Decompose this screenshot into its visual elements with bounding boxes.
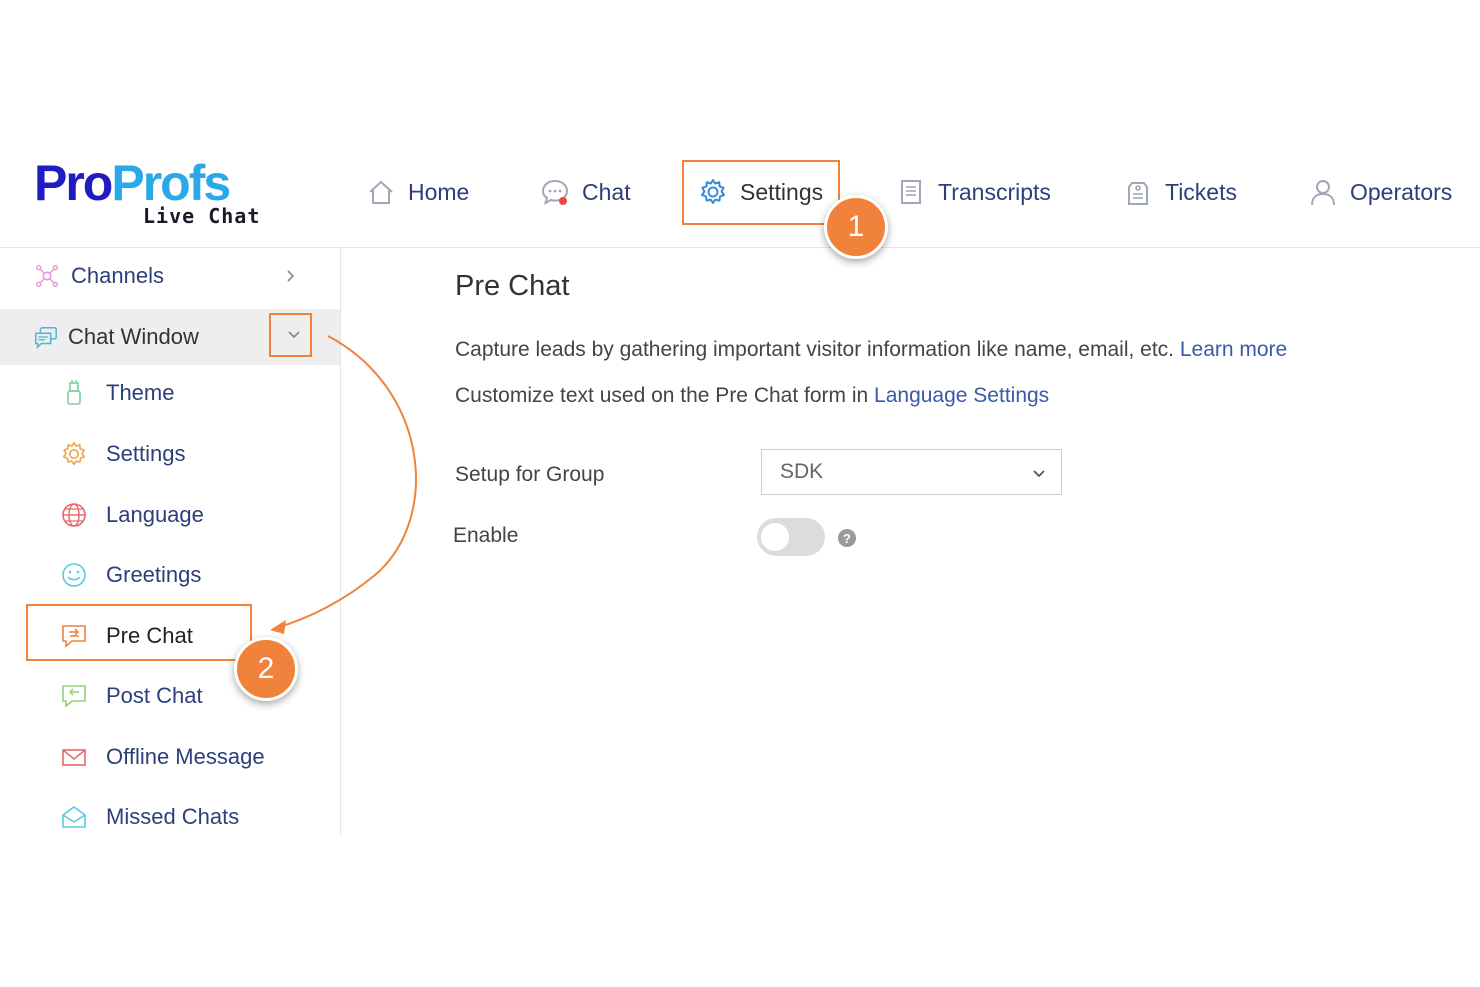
step-badge-1: 1 [824,195,888,259]
annotation-arrow [270,335,417,634]
step-badge-2: 2 [234,637,298,701]
